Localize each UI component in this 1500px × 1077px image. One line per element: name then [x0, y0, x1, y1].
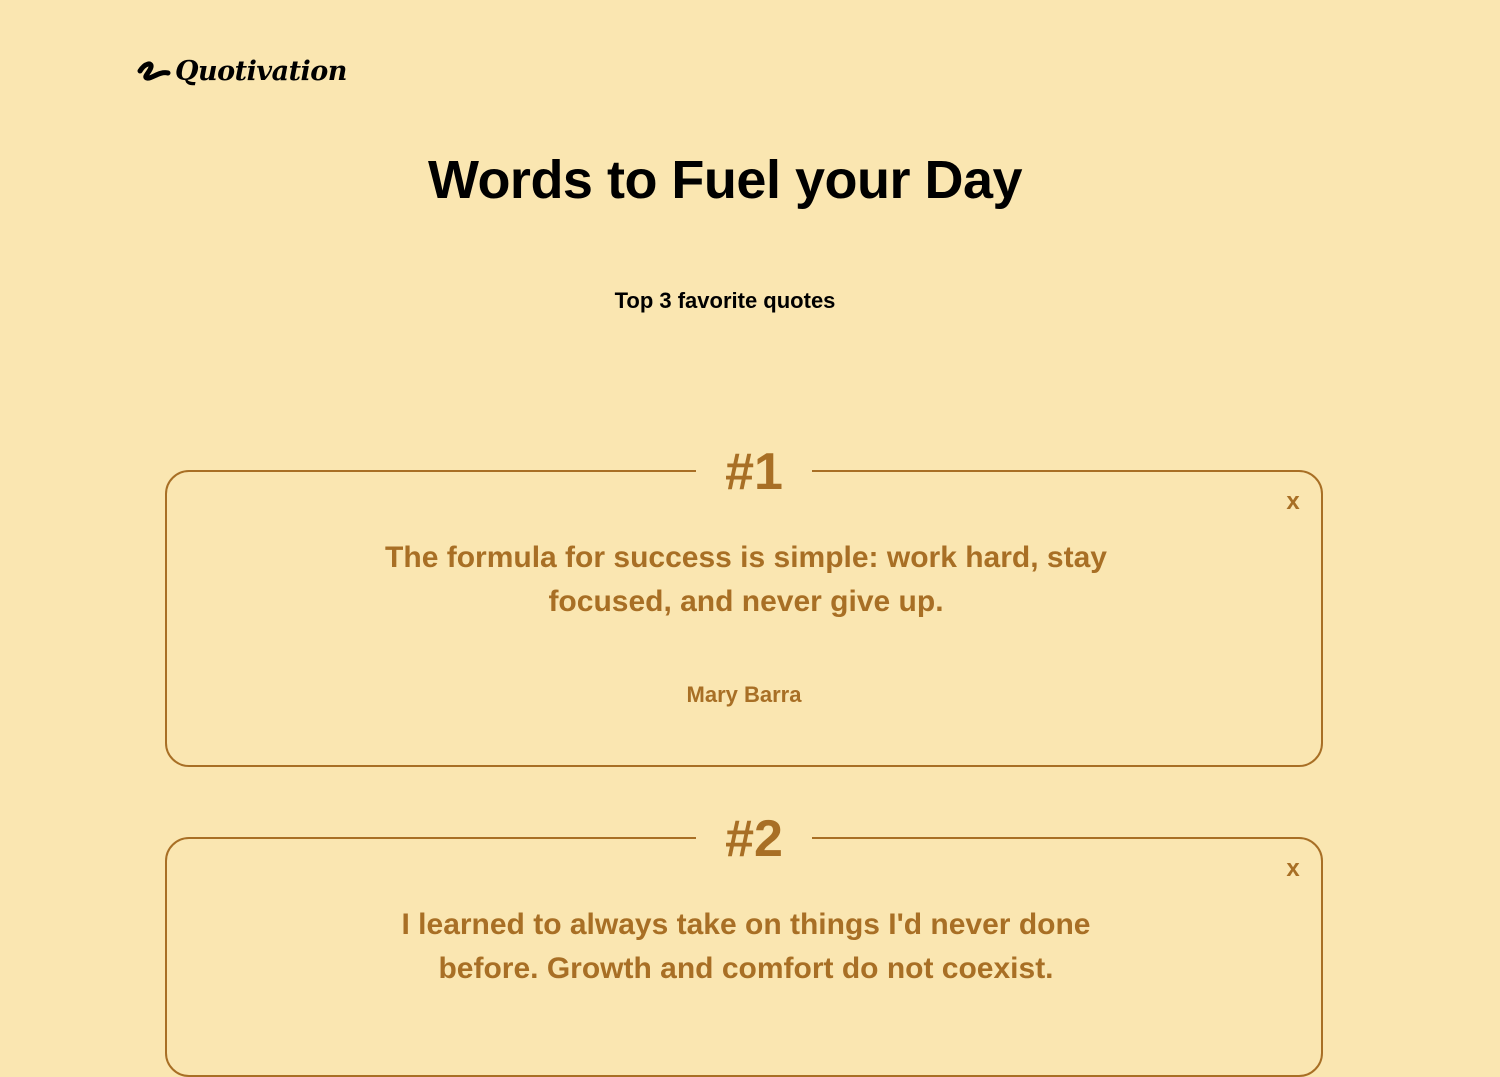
quote-card: #1 x The formula for success is simple: … — [165, 440, 1323, 767]
quote-text: I learned to always take on things I'd n… — [401, 908, 1091, 985]
logo-text: Quotivation — [175, 56, 347, 87]
remove-quote-button[interactable]: x — [1281, 488, 1305, 516]
quote-rank: #2 — [696, 807, 812, 871]
quote-card: #2 x I learned to always take on things … — [165, 807, 1323, 1077]
page-subtitle: Top 3 favorite quotes — [614, 288, 836, 313]
remove-quote-button[interactable]: x — [1281, 855, 1305, 883]
squiggle-icon — [137, 59, 171, 85]
logo[interactable]: Quotivation — [137, 58, 347, 85]
quote-text: The formula for success is simple: work … — [385, 541, 1107, 618]
page-title: Words to Fuel your Day — [427, 150, 1023, 210]
quote-author: Mary Barra — [686, 682, 802, 707]
quote-rank: #1 — [696, 440, 812, 504]
